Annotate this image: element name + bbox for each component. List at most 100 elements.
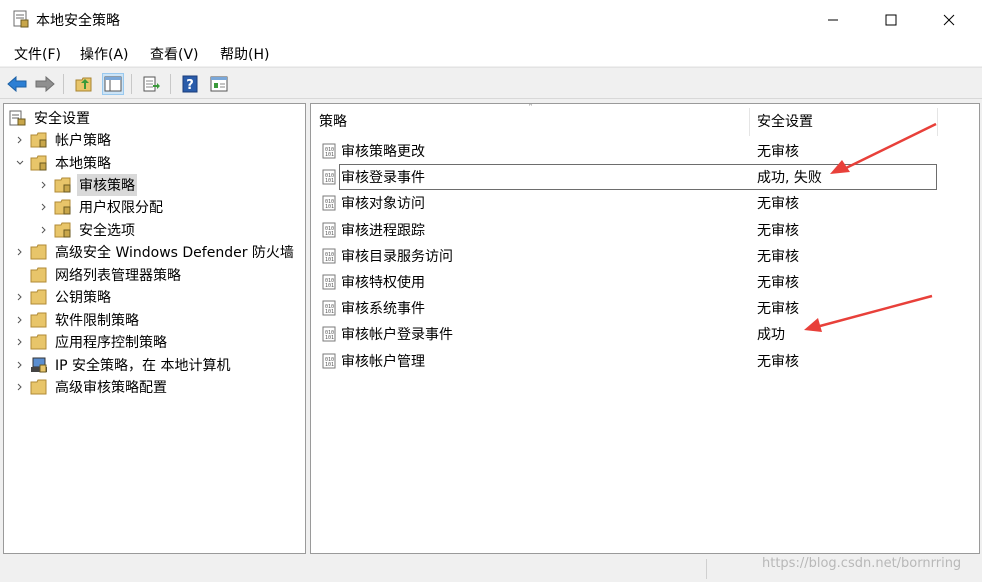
column-separator[interactable] [749, 108, 750, 136]
tree-pane: 安全设置 帐户策略本地策略审核策略用户权限分配安全选项高级安全 Windows … [3, 103, 306, 554]
security-settings-icon [9, 110, 26, 126]
tree-item-label: 用户权限分配 [79, 200, 163, 216]
chevron-right-icon[interactable] [15, 247, 25, 257]
tree-item-label: 本地策略 [55, 156, 111, 172]
tree-item[interactable]: 用户权限分配 [41, 196, 165, 218]
folder-icon [30, 289, 47, 305]
policy-row[interactable]: 010 101 审核特权使用 无审核 [311, 269, 979, 295]
policy-row[interactable]: 010 101 审核对象访问 无审核 [311, 190, 979, 216]
chevron-right-icon[interactable] [15, 135, 25, 145]
policy-setting: 无审核 [757, 144, 799, 160]
folder-icon [54, 222, 71, 238]
forward-button[interactable] [34, 73, 56, 95]
policy-setting: 无审核 [757, 222, 799, 239]
focus-rectangle [339, 164, 937, 191]
chevron-down-icon[interactable] [15, 158, 25, 168]
back-button[interactable] [6, 73, 28, 95]
tree-item[interactable]: 高级安全 Windows Defender 防火墙 [17, 241, 296, 263]
export-list-button[interactable] [141, 73, 163, 95]
tree-root-label: 安全设置 [34, 111, 90, 127]
chevron-right-icon[interactable] [39, 225, 49, 235]
up-one-level-button[interactable] [73, 73, 95, 95]
tree-item[interactable]: 审核策略 [41, 174, 137, 196]
security-policy-icon [13, 10, 29, 28]
column-separator[interactable] [937, 108, 938, 136]
window-title: 本地安全策略 [36, 13, 120, 29]
show-hide-tree-icon [104, 76, 122, 92]
sort-caret-icon: ˄ [528, 103, 533, 114]
svg-text:101: 101 [325, 178, 334, 184]
tree-item-label: 审核策略 [77, 174, 137, 196]
tree-item-label: 公钥策略 [55, 290, 111, 306]
policy-item-icon: 010101 [322, 143, 336, 159]
policy-row[interactable]: 010 101 审核进程跟踪 无审核 [311, 217, 979, 243]
menu-help[interactable]: 帮助(H) [220, 44, 269, 64]
policy-name: 审核登录事件 [341, 170, 425, 187]
toolbar: ? [0, 67, 982, 99]
svg-text:101: 101 [325, 257, 334, 263]
minimize-button[interactable] [810, 0, 856, 40]
tree-item[interactable]: 应用程序控制策略 [17, 331, 169, 353]
folder-icon [30, 379, 47, 395]
properties-icon [210, 76, 228, 92]
menu-view[interactable]: 查看(V) [150, 44, 199, 64]
tree-item[interactable]: 本地策略 [16, 152, 113, 174]
policy-item-icon: 010101 [322, 274, 336, 290]
svg-text:?: ? [186, 78, 194, 93]
svg-text:101: 101 [325, 283, 334, 289]
tree-item[interactable]: 网络列表管理器策略 [30, 264, 183, 286]
help-button[interactable]: ? [179, 73, 201, 95]
watermark-text: https://blog.csdn.net/bornrring [762, 556, 962, 571]
policy-row[interactable]: 010 101 审核目录服务访问 无审核 [311, 243, 979, 269]
tree-item[interactable]: IP 安全策略，在 本地计算机 [17, 354, 232, 376]
toolbar-separator [170, 74, 171, 94]
maximize-icon [885, 14, 897, 26]
svg-text:101: 101 [325, 335, 334, 341]
folder-icon [54, 177, 71, 193]
chevron-right-icon[interactable] [15, 337, 25, 347]
tree-item[interactable]: 高级审核策略配置 [17, 376, 169, 398]
tree-item[interactable]: 公钥策略 [17, 286, 113, 308]
svg-text:101: 101 [325, 231, 334, 237]
chevron-right-icon[interactable] [39, 202, 49, 212]
tree-item[interactable]: 帐户策略 [17, 129, 113, 151]
policy-name: 审核系统事件 [341, 301, 425, 318]
tree-item-label: 应用程序控制策略 [55, 335, 167, 351]
chevron-right-icon[interactable] [15, 360, 25, 370]
chevron-right-icon[interactable] [39, 180, 49, 190]
policy-setting: 无审核 [757, 353, 799, 370]
policy-row[interactable]: 010 101 审核帐户管理 无审核 [311, 348, 979, 374]
tree-item-label: 网络列表管理器策略 [55, 268, 181, 284]
chevron-right-icon[interactable] [15, 315, 25, 325]
policy-item-icon: 010101 [322, 195, 336, 211]
tree-item[interactable]: 安全选项 [41, 219, 137, 241]
show-hide-tree-button[interactable] [102, 73, 124, 95]
chevron-right-icon[interactable] [15, 382, 25, 392]
menu-file[interactable]: 文件(F) [14, 44, 61, 64]
help-icon: ? [182, 75, 198, 93]
maximize-button[interactable] [868, 0, 914, 40]
close-button[interactable] [926, 0, 972, 40]
column-header-policy[interactable]: 策略 [319, 104, 347, 138]
policy-row[interactable]: 010 101 审核系统事件 无审核 [311, 295, 979, 321]
export-list-icon [143, 76, 160, 92]
policy-row[interactable]: 010 101 审核帐户登录事件 成功 [311, 321, 979, 347]
tree-item-label: 软件限制策略 [55, 313, 139, 329]
svg-text:101: 101 [325, 362, 334, 368]
tree-item[interactable]: 软件限制策略 [17, 309, 141, 331]
policy-row[interactable]: 010 101 审核登录事件 成功, 失败 [311, 164, 979, 191]
policy-setting: 无审核 [757, 275, 799, 291]
tree-item-label: 高级安全 Windows Defender 防火墙 [55, 245, 294, 261]
chevron-right-icon[interactable] [15, 292, 25, 302]
column-header-setting[interactable]: 安全设置 [757, 104, 813, 138]
policy-setting: 无审核 [757, 301, 799, 318]
menu-action[interactable]: 操作(A) [80, 44, 129, 64]
toolbar-separator [63, 74, 64, 94]
tree-root[interactable]: 安全设置 [9, 107, 92, 129]
policy-row[interactable]: 010 101 审核策略更改 无审核 [311, 138, 979, 164]
svg-text:101: 101 [325, 204, 334, 210]
folder-icon [30, 244, 47, 260]
policy-name: 审核帐户登录事件 [341, 327, 453, 344]
policy-item-icon: 010101 [322, 353, 336, 369]
properties-button[interactable] [208, 73, 230, 95]
